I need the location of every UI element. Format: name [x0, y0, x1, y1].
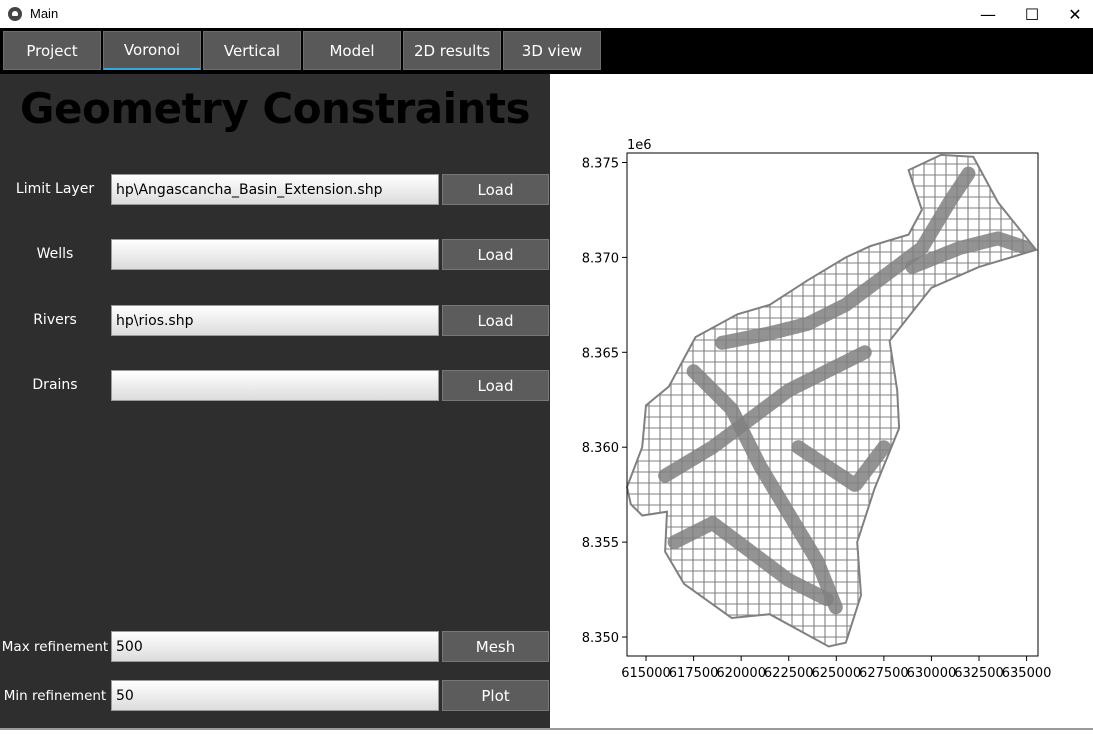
- title-bar: Main — ☐ ✕: [0, 0, 1093, 28]
- wells-load-button[interactable]: Load: [442, 239, 549, 270]
- maximize-button[interactable]: ☐: [1009, 0, 1055, 28]
- max-refinement-value: 500: [116, 639, 143, 655]
- plot-panel: 615000 617500 620000 622500 625000 627500 6300…: [550, 74, 1093, 730]
- y-tick-label: 8.375: [582, 156, 619, 171]
- y-tick-label: 8.365: [582, 346, 619, 361]
- x-tick-label: 617500: [669, 666, 719, 681]
- voronoi-mesh: [627, 154, 1037, 647]
- max-refinement-input[interactable]: 500: [111, 631, 439, 662]
- min-refinement-input[interactable]: 50: [111, 680, 439, 711]
- rivers-input[interactable]: hp\rios.shp: [111, 305, 439, 336]
- mesh-button[interactable]: Mesh: [442, 631, 549, 662]
- x-tick-label: 630000: [907, 666, 957, 681]
- tab-voronoi[interactable]: Voronoi: [103, 31, 201, 70]
- basin-boundary: [625, 153, 1038, 648]
- rivers-label: Rivers: [33, 312, 77, 328]
- y-tick-label: 8.360: [582, 441, 619, 456]
- close-button[interactable]: ✕: [1052, 0, 1093, 28]
- min-refinement-value: 50: [116, 688, 134, 704]
- x-tick-label: 632500: [954, 666, 1004, 681]
- rivers-load-button[interactable]: Load: [442, 305, 549, 336]
- geometry-constraints-panel: Geometry Constraints Limit Layer hp\Anga…: [0, 74, 550, 730]
- wells-label: Wells: [36, 246, 74, 262]
- page-title: Geometry Constraints: [20, 84, 530, 133]
- plot-button[interactable]: Plot: [442, 680, 549, 711]
- x-tick-label: 615000: [621, 666, 671, 681]
- x-tick-label: 622500: [764, 666, 814, 681]
- limit-layer-label: Limit Layer: [15, 181, 95, 197]
- limit-layer-value: hp\Angascancha_Basin_Extension.shp: [116, 182, 383, 198]
- y-tick-label: 8.350: [582, 631, 619, 646]
- tab-2d-results[interactable]: 2D results: [403, 31, 501, 70]
- max-refinement-label: Max refinement: [1, 639, 109, 655]
- refined-river-corridor: [791, 440, 891, 493]
- minimize-button[interactable]: —: [965, 0, 1011, 28]
- x-tick-label: 625000: [811, 666, 861, 681]
- x-axis: 6150006175006200006225006250006275006300…: [621, 656, 1051, 681]
- x-tick-label: 635000: [1002, 666, 1052, 681]
- y-tick-label: 8.355: [582, 536, 619, 551]
- app-logo-icon: [8, 7, 22, 21]
- tab-vertical[interactable]: Vertical: [203, 31, 301, 70]
- tab-model[interactable]: Model: [303, 31, 401, 70]
- y-tick-label: 8.370: [582, 251, 619, 266]
- wells-input[interactable]: [111, 239, 439, 270]
- min-refinement-label: Min refinement: [3, 688, 107, 704]
- y-axis-offset-label: 1e6: [627, 138, 652, 153]
- mesh-plot: 6150006175006200006225006250006275006300…: [582, 138, 1052, 681]
- drains-load-button[interactable]: Load: [442, 370, 549, 401]
- tab-bar: Project Voronoi Vertical Model 2D result…: [0, 28, 1093, 74]
- limit-layer-load-button[interactable]: Load: [442, 174, 549, 205]
- x-tick-label: 620000: [716, 666, 766, 681]
- y-axis: 8.350 8.355 8.360 8.365 8.370 8.375: [582, 156, 627, 646]
- tab-3d-view[interactable]: 3D view: [503, 31, 601, 70]
- x-tick-label: 627500: [859, 666, 909, 681]
- tab-project[interactable]: Project: [3, 31, 101, 70]
- rivers-value: hp\rios.shp: [116, 313, 194, 329]
- drains-label: Drains: [32, 377, 78, 393]
- drains-input[interactable]: [111, 370, 439, 401]
- window-title: Main: [30, 6, 59, 21]
- limit-layer-input[interactable]: hp\Angascancha_Basin_Extension.shp: [111, 174, 439, 205]
